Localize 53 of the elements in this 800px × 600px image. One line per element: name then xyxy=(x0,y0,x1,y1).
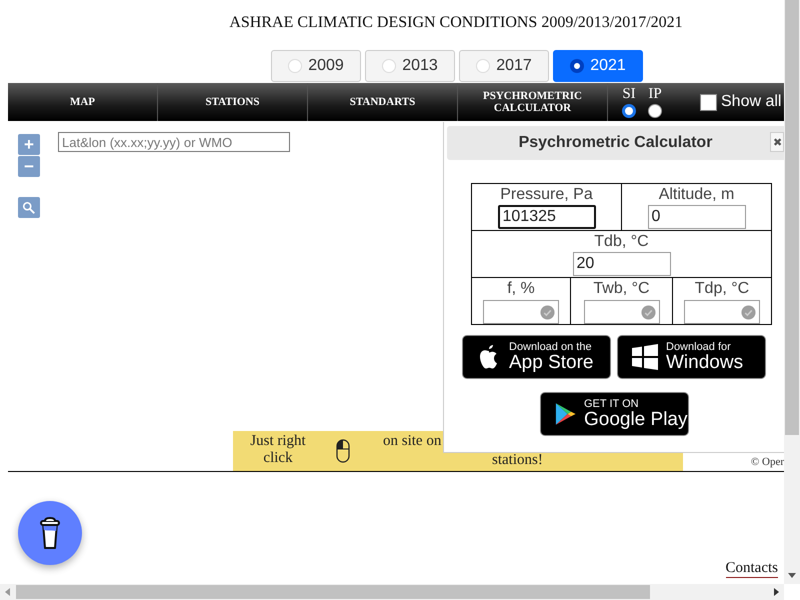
year-tab[interactable]: 2017 xyxy=(459,50,549,82)
nav-link[interactable]: STATIONS xyxy=(158,83,308,121)
input-field[interactable]: 0 xyxy=(648,205,746,229)
field-label: Pressure, Pa xyxy=(499,185,594,205)
contacts-link[interactable]: Contacts xyxy=(726,560,778,578)
nav-link[interactable]: STANDARTS xyxy=(308,83,458,121)
hint-text: Just right click xyxy=(249,432,307,467)
input-field[interactable]: 20 xyxy=(572,252,670,276)
store-badge[interactable]: Download on the App Store xyxy=(462,335,611,379)
scroll-left-icon[interactable] xyxy=(5,588,10,596)
nav-link[interactable]: MAP xyxy=(8,83,158,121)
vertical-scrollbar[interactable] xyxy=(784,0,800,584)
location-search-field[interactable]: Lat&lon (xx.xx;yy.yy) or WMO xyxy=(58,132,290,152)
input-field[interactable] xyxy=(684,300,760,324)
coffee-button[interactable] xyxy=(18,501,82,565)
show-all-checkbox[interactable] xyxy=(700,94,717,110)
check-icon xyxy=(640,304,656,320)
horizontal-scrollbar[interactable] xyxy=(0,584,784,600)
check-icon xyxy=(540,304,555,320)
input-field[interactable] xyxy=(483,300,559,324)
cup-icon xyxy=(38,516,62,550)
play-store-icon xyxy=(554,401,576,427)
close-button[interactable]: ✖ xyxy=(770,132,784,152)
field-label: f, % xyxy=(506,279,536,299)
hint-text: on site on xyxy=(383,433,442,450)
search-icon xyxy=(22,200,36,214)
scroll-right-icon[interactable] xyxy=(774,588,779,596)
map-attribution: © Oper xyxy=(750,456,784,468)
year-tab[interactable]: 2009 xyxy=(271,50,361,82)
unit-radio[interactable] xyxy=(648,104,662,118)
field-label: Tdb, °C xyxy=(593,232,650,252)
hint-text: stations! xyxy=(491,451,543,469)
field-label: Tdp, °C xyxy=(694,279,750,299)
mouse-icon xyxy=(336,439,350,463)
check-icon xyxy=(741,304,756,320)
page-title: ASHRAE CLIMATIC DESIGN CONDITIONS 2009/2013/2017/2021 xyxy=(228,13,684,33)
store-badge[interactable]: Download for Windows xyxy=(617,335,766,379)
store-badge[interactable]: GET IT ON Google Play xyxy=(540,392,688,436)
unit-label: IP xyxy=(648,86,662,102)
windows-icon xyxy=(632,344,658,370)
field-label: Twb, °C xyxy=(592,279,651,299)
year-tab[interactable]: 2021 xyxy=(553,50,643,82)
show-all-label: Show all xyxy=(721,93,782,111)
nav-link[interactable]: PSYCHROMETRIC CALCULATOR xyxy=(458,83,608,121)
year-tab[interactable]: 2013 xyxy=(365,50,455,82)
unit-label: SI xyxy=(622,86,636,102)
search-button[interactable] xyxy=(18,197,40,218)
field-label: Altitude, m xyxy=(658,185,736,205)
input-field[interactable]: 101325 xyxy=(498,205,596,229)
scroll-down-icon[interactable] xyxy=(788,573,796,578)
input-field[interactable] xyxy=(584,300,660,324)
panel-title: Psychrometric Calculator xyxy=(518,134,712,152)
unit-radio[interactable] xyxy=(622,104,636,118)
